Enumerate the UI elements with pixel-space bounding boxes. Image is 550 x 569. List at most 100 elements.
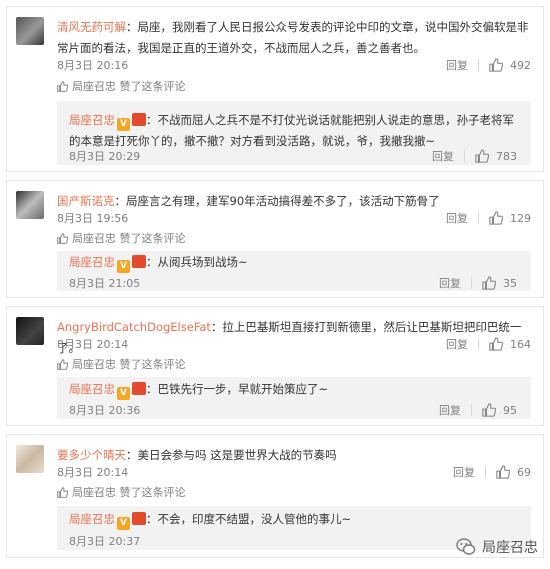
divider [464,150,465,162]
like-button[interactable]: 95 [482,403,517,417]
comment-username[interactable]: 国产斯诺克 [57,194,115,208]
reply-button[interactable]: 回复 [453,464,475,480]
avatar[interactable] [16,445,44,473]
verified-badge-icon: V [117,517,130,530]
liked-by-text: 局座召忠 赞了这条评论 [72,358,186,371]
comment-body: ：局座言之有理，建军90年活动搞得差不多了，该活动下筋骨了 [114,194,440,208]
like-count: 95 [503,403,517,417]
comment-card: 清风无药可解：局座，我刚看了人民日报公众号发表的评论中印的文章，说中国外交偏软是… [6,6,544,172]
comment-time: 8月3日 20:14 [57,338,129,351]
divider [471,277,472,289]
reply-text: 局座召忠 V ：巴铁先行一步，早就开始策应了~ [69,379,519,400]
like-count: 35 [503,276,517,290]
liked-by-author: 局座召忠 赞了这条评论 [57,230,186,246]
vip-badge-icon [132,113,146,126]
like-count: 492 [510,58,531,72]
comment-body: ：美日会参与吗 这是要世界大战的节奏吗 [126,448,337,462]
liked-by-text: 局座召忠 赞了这条评论 [72,486,186,499]
avatar[interactable] [16,191,44,219]
reply-time: 8月3日 20:29 [69,150,141,163]
reply-text: 局座召忠 V ：从阅兵场到战场~ [69,252,519,273]
reply-body: ：巴铁先行一步，早就开始策应了~ [146,382,329,396]
divider [478,59,479,71]
reply-actions: 回复 95 [439,402,517,418]
vip-badge-icon [132,255,146,268]
comment-username[interactable]: AngryBirdCatchDogElseFat [57,320,211,334]
thumbs-up-icon [475,149,489,163]
thumbs-up-icon [57,358,68,370]
vip-badge-icon [132,382,146,395]
avatar[interactable] [16,317,44,345]
comment-actions: 回复 492 [446,57,531,73]
reply-time: 8月3日 20:36 [69,404,141,417]
liked-by-author: 局座召忠 赞了这条评论 [57,484,186,500]
thumbs-up-icon [57,486,68,498]
comment-body: ：局座，我刚看了人民日报公众号发表的评论中印的文章，说中国外交偏软是非常片面的看… [57,20,529,55]
reply-username[interactable]: 局座召忠 [69,255,115,269]
comment-username[interactable]: 清风无药可解 [57,20,126,34]
comment-time: 8月3日 20:16 [57,59,129,72]
avatar[interactable] [16,17,44,45]
like-button[interactable]: 164 [489,337,531,351]
liked-by-text: 局座召忠 赞了这条评论 [72,80,186,93]
comment-card: AngryBirdCatchDogElseFat：拉上巴基斯坦直接打到新德里，然… [6,306,544,426]
reply-actions: 回复 783 [432,148,517,164]
reply-box: 局座召忠 V ：从阅兵场到战场~ 8月3日 21:05 回复 35 [57,251,531,291]
reply-button[interactable]: 回复 [439,275,461,291]
reply-text: 局座召忠 V ：不战而屈人之兵不是不打仗光说话就能把别人说走的意思，孙子老将军的本意… [69,110,519,152]
reply-button[interactable]: 回复 [439,402,461,418]
verified-badge-icon: V [117,260,130,273]
reply-box: 局座召忠 V ：巴铁先行一步，早就开始策应了~ 8月3日 20:36 回复 95 [57,377,531,419]
divider [471,404,472,416]
wechat-logo-icon [456,538,476,555]
comment-actions: 回复 164 [446,336,531,352]
reply-username[interactable]: 局座召忠 [69,113,115,127]
reply-button[interactable]: 回复 [446,210,468,226]
like-count: 783 [496,149,517,163]
reply-button[interactable]: 回复 [446,57,468,73]
thumbs-up-icon [489,58,503,72]
reply-button[interactable]: 回复 [446,336,468,352]
thumbs-up-icon [496,465,510,479]
reply-username[interactable]: 局座召忠 [69,512,115,526]
comment-time: 8月3日 19:56 [57,212,129,225]
comment-actions: 回复 129 [446,210,531,226]
vip-badge-icon [132,512,146,525]
liked-by-text: 局座召忠 赞了这条评论 [72,232,186,245]
reply-button[interactable]: 回复 [432,148,454,164]
reply-actions: 回复 35 [439,275,517,291]
like-button[interactable]: 35 [482,276,517,290]
comment-text: 要多少个晴天：美日会参与吗 这是要世界大战的节奏吗 [57,445,531,466]
verified-badge-icon: V [117,387,130,400]
divider [478,212,479,224]
reply-username[interactable]: 局座召忠 [69,382,115,396]
comment-actions: 回复 69 [453,464,531,480]
like-count: 164 [510,337,531,351]
divider [478,338,479,350]
like-count: 69 [517,465,531,479]
reply-time: 8月3日 20:37 [69,535,141,548]
reply-box: 局座召忠 V ：不战而屈人之兵不是不打仗光说话就能把别人说走的意思，孙子老将军的本意… [57,101,531,165]
like-button[interactable]: 783 [475,149,517,163]
like-button[interactable]: 492 [489,58,531,72]
comment-text: 国产斯诺克：局座言之有理，建军90年活动搞得差不多了，该活动下筋骨了 [57,191,531,212]
liked-by-author: 局座召忠 赞了这条评论 [57,78,186,94]
comment-username[interactable]: 要多少个晴天 [57,448,126,462]
comment-text: 清风无药可解：局座，我刚看了人民日报公众号发表的评论中印的文章，说中国外交偏软是… [57,17,531,59]
divider [485,466,486,478]
thumbs-up-icon [482,403,496,417]
thumbs-up-icon [489,211,503,225]
thumbs-up-icon [57,80,68,92]
like-button[interactable]: 129 [489,211,531,225]
like-count: 129 [510,211,531,225]
watermark-text: 局座召忠 [482,540,538,556]
thumbs-up-icon [482,276,496,290]
comment-card: 国产斯诺克：局座言之有理，建军90年活动搞得差不多了，该活动下筋骨了 8月3日 … [6,180,544,298]
reply-body: ：从阅兵场到战场~ [146,255,248,269]
thumbs-up-icon [57,232,68,244]
reply-time: 8月3日 21:05 [69,277,141,290]
like-button[interactable]: 69 [496,465,531,479]
reply-body: ：不会，印度不结盟，没人管他的事儿~ [146,512,352,526]
thumbs-up-icon [489,337,503,351]
liked-by-author: 局座召忠 赞了这条评论 [57,356,186,372]
